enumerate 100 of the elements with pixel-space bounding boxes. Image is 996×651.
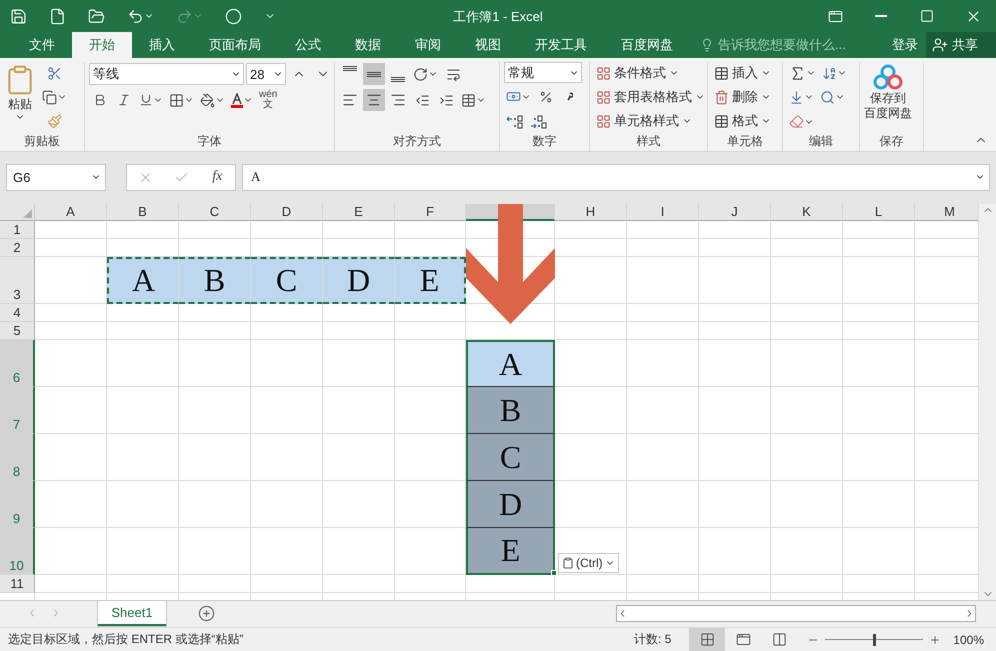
align-left-icon	[342, 92, 358, 108]
row-header[interactable]: 2	[0, 239, 35, 257]
status-message: 选定目标区域，然后按 ENTER 或选择“粘贴”	[8, 631, 244, 648]
number-format-field[interactable]: 常规	[504, 62, 582, 84]
ribbon-tab[interactable]: 页面布局	[192, 32, 278, 58]
indent-decrease-icon	[414, 92, 430, 108]
row-header[interactable]: 10	[0, 528, 35, 575]
formula-field[interactable]: A	[242, 164, 990, 190]
styles-menu-button[interactable]: 条件格式	[594, 62, 707, 84]
scissors-icon	[47, 66, 62, 80]
paste-options-button[interactable]: (Ctrl)	[558, 553, 619, 573]
ribbon-tab[interactable]: 开始	[72, 32, 132, 58]
save-to-cloud-button[interactable]: 保存到 百度网盘	[864, 62, 912, 133]
row-header[interactable]: 3	[0, 257, 35, 304]
table-cell[interactable]: C	[251, 257, 323, 304]
plus-icon	[929, 634, 942, 646]
column-header[interactable]: K	[771, 204, 843, 221]
table-cell[interactable]: A	[107, 257, 179, 304]
table-cell[interactable]: D	[466, 481, 555, 528]
align-right-icon	[390, 92, 406, 108]
row-header[interactable]: 11	[0, 575, 35, 593]
styles-menu-button[interactable]: 套用表格格式	[594, 86, 707, 108]
view-button[interactable]	[689, 628, 726, 651]
count-text: 计数: 5	[634, 631, 672, 648]
share-button[interactable]: 共享	[926, 32, 996, 58]
font-name-field[interactable]: 等线	[89, 63, 244, 85]
column-header[interactable]: H	[555, 204, 627, 221]
maximize-icon	[920, 9, 934, 23]
copy-icon	[42, 90, 57, 104]
ribbon-tab[interactable]: 公式	[278, 32, 338, 58]
horizontal-align-button[interactable]	[363, 89, 385, 111]
ribbon-tab[interactable]: 数据	[338, 32, 398, 58]
ribbon-tab[interactable]: 审阅	[398, 32, 458, 58]
sign-in-link[interactable]: 登录	[884, 32, 926, 58]
styles-menu-button[interactable]: 单元格样式	[594, 110, 707, 132]
table-icon	[714, 114, 729, 128]
column-header[interactable]: M	[915, 204, 978, 221]
ribbon-tab[interactable]: 百度网盘	[604, 32, 690, 58]
page-icon	[736, 632, 751, 647]
column-header[interactable]: A	[35, 204, 107, 221]
fill-handle[interactable]	[551, 570, 557, 576]
zoom-thumb[interactable]	[873, 634, 876, 646]
group-label: 剪贴板	[23, 133, 61, 150]
row-header[interactable]: 7	[0, 387, 35, 434]
cells-menu-button[interactable]: 格式	[712, 110, 773, 132]
table-cell[interactable]: A	[466, 340, 555, 387]
font-size-field[interactable]: 28	[246, 63, 286, 85]
row-header[interactable]: 5	[0, 322, 35, 340]
cloud-logo-icon	[873, 64, 903, 90]
search-icon	[820, 90, 835, 105]
table-cell[interactable]: B	[466, 387, 555, 434]
eraser-icon	[789, 114, 804, 130]
column-header[interactable]: F	[395, 204, 466, 221]
column-header[interactable]: I	[627, 204, 699, 221]
ribbon-tab[interactable]: 开发工具	[518, 32, 604, 58]
column-header[interactable]: C	[179, 204, 251, 221]
tell-me-placeholder: 告诉我您想要做什么...	[718, 36, 846, 54]
table-cell[interactable]: B	[179, 257, 251, 304]
column-header[interactable]: J	[699, 204, 771, 221]
name-box[interactable]: G6	[6, 164, 106, 190]
table-cell[interactable]: E	[395, 257, 466, 304]
save-icon	[10, 8, 27, 24]
insert-function-button[interactable]: fx	[210, 169, 224, 185]
column-header[interactable]: B	[107, 204, 179, 221]
column-header[interactable]: E	[323, 204, 395, 221]
horizontal-scrollbar[interactable]	[616, 605, 976, 622]
group-label: 字体	[196, 133, 222, 150]
group-label: 样式	[636, 133, 662, 150]
phonetic-button[interactable]: wén 文	[257, 90, 280, 110]
row-header[interactable]: 1	[0, 221, 35, 239]
ribbon-tab[interactable]: 文件	[12, 32, 72, 58]
folder-icon	[88, 8, 105, 24]
table-icon	[714, 66, 729, 80]
paste-button[interactable]: 粘贴	[4, 62, 36, 133]
row-header[interactable]: 8	[0, 434, 35, 481]
column-header[interactable]: L	[843, 204, 915, 221]
group-label: 编辑	[808, 133, 834, 150]
ribbon-tab[interactable]: 视图	[458, 32, 518, 58]
columns-icon	[772, 632, 787, 647]
row-header[interactable]: 4	[0, 304, 35, 322]
grid-icon	[596, 66, 611, 80]
cells-menu-button[interactable]: 插入	[712, 62, 773, 84]
table-cell[interactable]: C	[466, 434, 555, 481]
undo-icon	[127, 8, 144, 24]
wrap-text-icon	[446, 66, 460, 82]
sort-icon	[822, 66, 837, 81]
cells-menu-button[interactable]: 删除	[712, 86, 773, 108]
table-cell[interactable]: D	[323, 257, 395, 304]
vertical-align-button[interactable]	[363, 63, 385, 85]
row-header[interactable]: 6	[0, 340, 35, 387]
grid-icon	[596, 114, 611, 128]
table-cell[interactable]: E	[466, 528, 555, 575]
redo-icon	[176, 8, 193, 24]
column-header[interactable]: D	[251, 204, 323, 221]
sheet-tab[interactable]: Sheet1	[98, 601, 166, 626]
vertical-scrollbar[interactable]	[978, 204, 996, 600]
underline-icon	[139, 93, 153, 107]
row-header[interactable]: 9	[0, 481, 35, 528]
ribbon-tab[interactable]: 插入	[132, 32, 192, 58]
paintbrush-icon	[47, 114, 62, 128]
